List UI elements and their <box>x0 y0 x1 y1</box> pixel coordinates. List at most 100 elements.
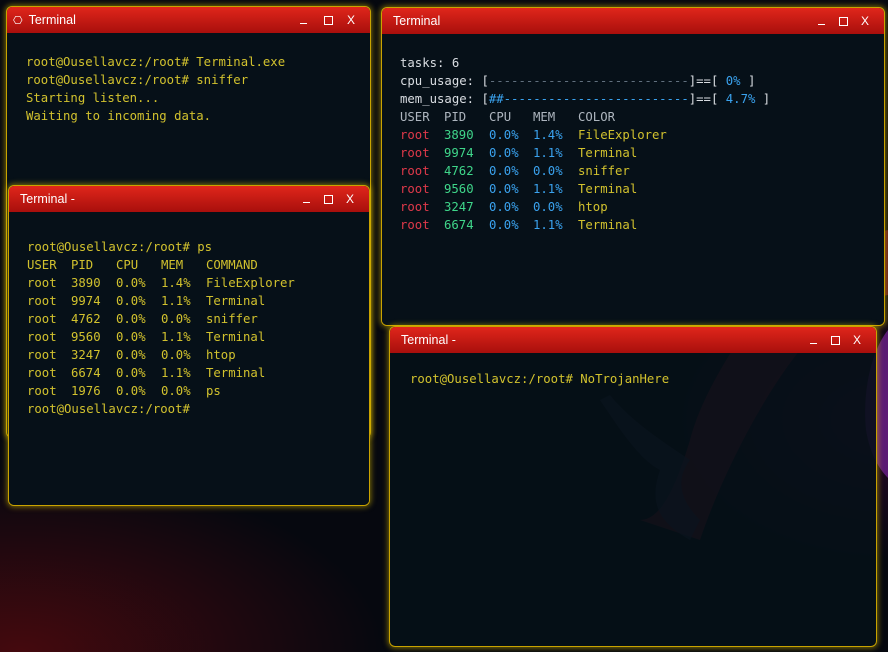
cpu-value: 0% <box>718 74 748 88</box>
cell-command: htop <box>578 200 608 214</box>
cell-user: root <box>400 182 430 196</box>
process-table-header: USER PID CPU MEM COMMAND <box>27 256 295 274</box>
close-button[interactable]: X <box>846 327 868 353</box>
cell-mem: 0.0% <box>533 200 563 214</box>
cell-command: Terminal <box>206 330 266 344</box>
minimize-button[interactable] <box>810 8 832 34</box>
cell-mem: 1.4% <box>533 128 563 142</box>
cell-command: Terminal <box>578 146 638 160</box>
mem-bar-open: [ <box>481 92 489 106</box>
terminal-output[interactable]: root@Ousellavcz:/root# NoTrojanHere <box>390 353 876 646</box>
tasks-count: tasks: 6 <box>400 56 460 70</box>
cell-mem: 1.1% <box>161 330 191 344</box>
mem-end: ] <box>762 92 771 106</box>
window-title: Terminal - <box>20 192 75 206</box>
cell-mem: 0.0% <box>161 312 191 326</box>
minimize-button[interactable] <box>802 327 824 353</box>
maximize-button[interactable] <box>317 186 339 212</box>
cell-cpu: 0.0% <box>116 312 146 326</box>
cell-user: root <box>400 218 430 232</box>
cell-cpu: 0.0% <box>489 182 519 196</box>
process-row: root 1976 0.0% 0.0% ps <box>27 382 295 400</box>
process-row: root 9560 0.0% 1.1% Terminal <box>27 328 295 346</box>
maximize-button[interactable] <box>832 8 854 34</box>
htop-window[interactable]: Terminal X tasks: 6 cpu_usage: [--------… <box>381 7 885 326</box>
cell-cpu: 0.0% <box>489 164 519 178</box>
cell-pid: 3890 <box>444 128 474 142</box>
cell-user: root <box>27 294 57 308</box>
cell-cpu: 0.0% <box>116 294 146 308</box>
cell-user: root <box>27 330 57 344</box>
cell-command: Terminal <box>206 366 266 380</box>
process-row: root 9974 0.0% 1.1% Terminal <box>27 292 295 310</box>
terminal-window-4[interactable]: Terminal - X root@Ousellavcz:/root# NoTr… <box>389 326 877 647</box>
process-row: root 6674 0.0% 1.1% Terminal <box>27 364 295 382</box>
mem-value: 4.7% <box>718 92 763 106</box>
cell-mem: 1.1% <box>533 182 563 196</box>
cell-user: root <box>27 276 57 290</box>
cell-pid: 6674 <box>444 218 474 232</box>
cpu-bar-open: [ <box>481 74 489 88</box>
process-row: root 3890 0.0% 1.4% FileExplorer <box>27 274 295 292</box>
mem-usage-meter: mem_usage: [##-------------------------]… <box>400 90 770 108</box>
htop-row[interactable]: root 4762 0.0% 0.0% sniffer <box>400 162 770 180</box>
close-button[interactable]: X <box>340 7 362 33</box>
cell-user: root <box>27 312 57 326</box>
cell-cpu: 0.0% <box>116 276 146 290</box>
cell-cpu: 0.0% <box>489 146 519 160</box>
terminal-window-2[interactable]: Terminal - X root@Ousellavcz:/root# ps U… <box>8 185 370 506</box>
cell-cpu: 0.0% <box>489 200 519 214</box>
minimize-button[interactable] <box>292 7 314 33</box>
col-user: USER <box>400 110 430 124</box>
cell-user: root <box>400 146 430 160</box>
cell-command: Terminal <box>578 182 638 196</box>
cell-pid: 3247 <box>444 200 474 214</box>
cell-mem: 1.1% <box>533 146 563 160</box>
close-button[interactable]: X <box>339 186 361 212</box>
cell-mem: 1.1% <box>161 294 191 308</box>
window-titlebar[interactable]: ⎔ Terminal X <box>7 7 370 33</box>
window-titlebar[interactable]: Terminal - X <box>9 186 369 212</box>
process-row: root 3247 0.0% 0.0% htop <box>27 346 295 364</box>
terminal-output[interactable]: tasks: 6 cpu_usage: [-------------------… <box>382 34 884 325</box>
cell-cpu: 0.0% <box>489 218 519 232</box>
cell-command: sniffer <box>578 164 630 178</box>
cell-cpu: 0.0% <box>116 330 146 344</box>
terminal-prompt: root@Ousellavcz:/root# <box>27 402 190 416</box>
cell-mem: 0.0% <box>533 164 563 178</box>
htop-row[interactable]: root 3247 0.0% 0.0% htop <box>400 198 770 216</box>
window-titlebar[interactable]: Terminal - X <box>390 327 876 353</box>
window-titlebar[interactable]: Terminal X <box>382 8 884 34</box>
col-mem: MEM <box>533 110 556 124</box>
htop-row[interactable]: root 3890 0.0% 1.4% FileExplorer <box>400 126 770 144</box>
col-color: COLOR <box>578 110 616 124</box>
terminal-app-icon: ⎔ <box>13 14 23 27</box>
cell-pid: 9974 <box>444 146 474 160</box>
terminal-line: root@Ousellavcz:/root# NoTrojanHere <box>410 372 670 386</box>
terminal-output[interactable]: root@Ousellavcz:/root# ps USER PID CPU MEM C… <box>9 212 369 505</box>
cell-mem: 0.0% <box>161 348 191 362</box>
htop-row[interactable]: root 9974 0.0% 1.1% Terminal <box>400 144 770 162</box>
minimize-button[interactable] <box>295 186 317 212</box>
close-button[interactable]: X <box>854 8 876 34</box>
cell-user: root <box>27 348 57 362</box>
htop-row[interactable]: root 9560 0.0% 1.1% Terminal <box>400 180 770 198</box>
maximize-button[interactable] <box>824 327 846 353</box>
cell-pid: 3247 <box>71 348 101 362</box>
col-user: USER <box>27 258 57 272</box>
cell-user: root <box>400 164 430 178</box>
htop-row[interactable]: root 6674 0.0% 1.1% Terminal <box>400 216 770 234</box>
cell-pid: 4762 <box>71 312 101 326</box>
col-pid: PID <box>444 110 467 124</box>
cell-user: root <box>400 200 430 214</box>
col-cpu: CPU <box>116 258 139 272</box>
cpu-usage-meter: cpu_usage: [---------------------------]… <box>400 72 770 90</box>
cell-user: root <box>27 384 57 398</box>
maximize-button[interactable] <box>317 7 339 33</box>
terminal-line: Starting listen... <box>26 91 160 105</box>
cell-cpu: 0.0% <box>489 128 519 142</box>
cell-user: root <box>400 128 430 142</box>
col-command: COMMAND <box>206 258 258 272</box>
terminal-line: root@Ousellavcz:/root# sniffer <box>26 73 249 87</box>
cell-pid: 9974 <box>71 294 101 308</box>
